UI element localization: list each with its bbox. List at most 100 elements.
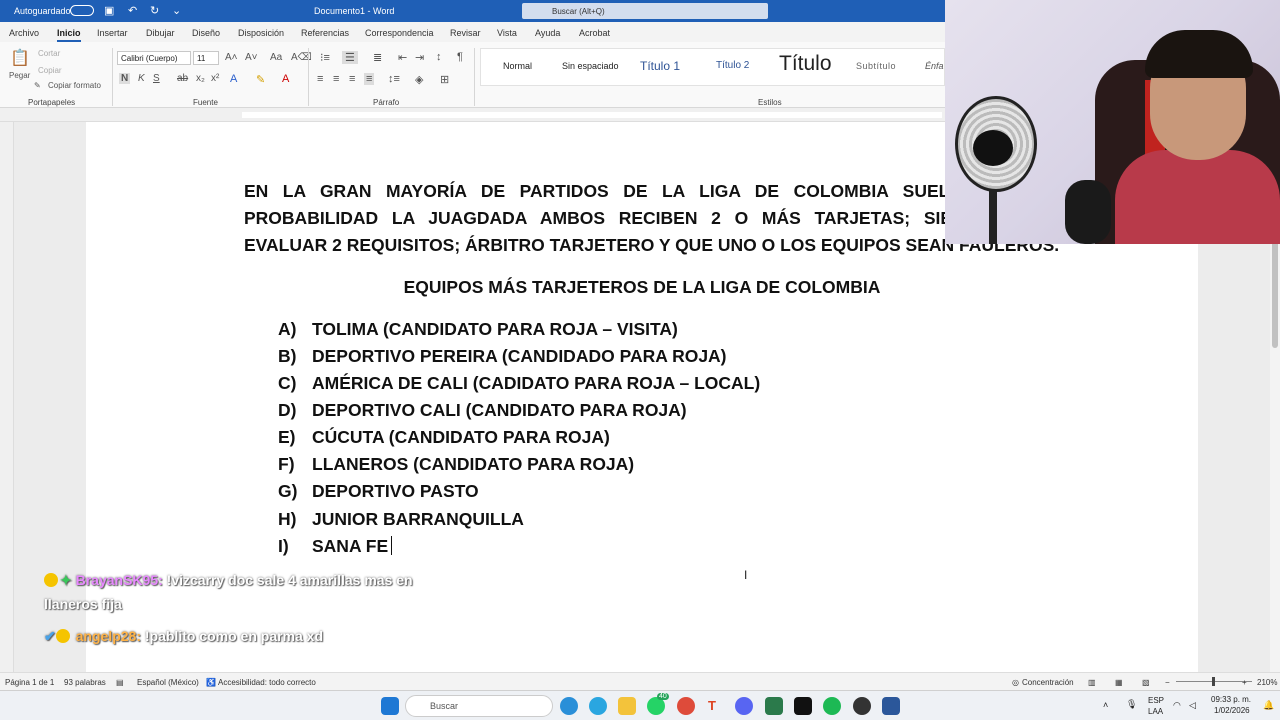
- microphone-icon[interactable]: 🎙: [1126, 699, 1137, 710]
- list-label: F): [278, 454, 295, 474]
- style-emphasis[interactable]: Énfa: [925, 61, 944, 71]
- proofing-icon[interactable]: ▤: [116, 678, 124, 687]
- align-center-icon[interactable]: ≡: [333, 73, 339, 85]
- tab-diseno[interactable]: Diseño: [192, 28, 220, 38]
- shading-icon[interactable]: ◈: [415, 73, 423, 86]
- grow-font-icon[interactable]: A˄: [225, 52, 238, 63]
- bullets-icon[interactable]: ☰: [342, 51, 358, 64]
- clock-time[interactable]: 09:33 p. m.: [1211, 695, 1251, 704]
- notifications-icon[interactable]: 🔔: [1263, 700, 1274, 711]
- style-normal[interactable]: Normal: [503, 61, 532, 71]
- bold-button[interactable]: N: [119, 73, 131, 84]
- font-size-select[interactable]: 11: [193, 51, 219, 65]
- bullet-list-icon[interactable]: ⁝≡: [320, 51, 330, 64]
- text-effects-icon[interactable]: A: [230, 73, 237, 85]
- tray-chevron-icon[interactable]: ˄: [1103, 700, 1108, 710]
- redo-icon[interactable]: ↻: [150, 4, 159, 17]
- format-painter-icon[interactable]: ✎: [34, 81, 41, 90]
- discord-icon[interactable]: [735, 697, 753, 715]
- increase-indent-icon[interactable]: ⇥: [415, 51, 424, 64]
- font-color-icon[interactable]: A: [282, 73, 289, 85]
- line-spacing-icon[interactable]: ↕≡: [388, 73, 400, 85]
- style-heading1[interactable]: Título 1: [640, 59, 680, 73]
- page-count[interactable]: Página 1 de 1: [5, 678, 54, 687]
- clock-date[interactable]: 1/02/2026: [1214, 706, 1250, 715]
- title-search-input[interactable]: Buscar (Alt+Q): [522, 3, 768, 19]
- edge-icon[interactable]: [560, 697, 578, 715]
- tab-acrobat[interactable]: Acrobat: [579, 28, 610, 38]
- paste-button[interactable]: Pegar: [9, 71, 30, 80]
- volume-icon[interactable]: ◁: [1189, 700, 1196, 711]
- paste-icon[interactable]: 📋: [10, 48, 30, 68]
- chrome-icon[interactable]: [677, 697, 695, 715]
- language[interactable]: Español (México): [137, 678, 199, 687]
- shrink-font-icon[interactable]: A˅: [245, 52, 258, 63]
- tab-dibujar[interactable]: Dibujar: [146, 28, 175, 38]
- underline-button[interactable]: S: [153, 73, 160, 84]
- chat-username: BrayanSK95:: [75, 572, 163, 588]
- justify-icon[interactable]: ≡: [364, 73, 375, 85]
- font-name-select[interactable]: Calibri (Cuerpo): [117, 51, 191, 65]
- italic-button[interactable]: K: [138, 73, 145, 84]
- copy-button[interactable]: Copiar: [38, 66, 62, 75]
- typora-icon[interactable]: T: [703, 697, 721, 715]
- cut-button[interactable]: Cortar: [38, 49, 60, 58]
- language-bottom[interactable]: LAA: [1148, 707, 1163, 716]
- read-mode-icon[interactable]: ▥: [1088, 678, 1096, 687]
- wifi-icon[interactable]: ◠: [1173, 700, 1181, 711]
- style-subtitle[interactable]: Subtítulo: [856, 61, 896, 71]
- obs-icon[interactable]: [853, 697, 871, 715]
- list-item: D) DEPORTIVO CALI (CANDIDATO PARA ROJA): [278, 400, 687, 421]
- windows-start-icon[interactable]: [381, 697, 399, 715]
- tab-referencias[interactable]: Referencias: [301, 28, 349, 38]
- undo-icon[interactable]: ↶: [128, 4, 137, 17]
- word-icon[interactable]: [882, 697, 900, 715]
- decrease-indent-icon[interactable]: ⇤: [398, 51, 407, 64]
- tab-disposicion[interactable]: Disposición: [238, 28, 284, 38]
- align-left-icon[interactable]: ≡: [317, 73, 323, 85]
- align-right-icon[interactable]: ≡: [349, 73, 355, 85]
- focus-mode[interactable]: Concentración: [1022, 678, 1074, 687]
- word-count[interactable]: 93 palabras: [64, 678, 106, 687]
- show-marks-icon[interactable]: ¶: [457, 51, 463, 63]
- telegram-icon[interactable]: [589, 697, 607, 715]
- sort-icon[interactable]: ↕: [436, 51, 442, 63]
- tab-archivo[interactable]: Archivo: [9, 28, 39, 38]
- strikethrough-button[interactable]: ab: [177, 73, 188, 84]
- tab-inicio[interactable]: Inicio: [57, 28, 81, 42]
- tab-vista[interactable]: Vista: [497, 28, 517, 38]
- accessibility-icon[interactable]: ♿: [206, 678, 216, 687]
- borders-icon[interactable]: ⊞: [440, 73, 449, 86]
- multilevel-list-icon[interactable]: ≣: [373, 51, 382, 64]
- change-case-icon[interactable]: Aa: [270, 52, 282, 63]
- accessibility-status[interactable]: Accesibilidad: todo correcto: [218, 678, 316, 687]
- superscript-button[interactable]: x²: [211, 73, 219, 84]
- scrollbar-thumb[interactable]: [1272, 238, 1278, 348]
- save-icon[interactable]: ▣: [104, 4, 114, 17]
- subscript-button[interactable]: x₂: [196, 73, 205, 84]
- tab-insertar[interactable]: Insertar: [97, 28, 128, 38]
- language-top[interactable]: ESP: [1148, 696, 1164, 705]
- calculator-icon[interactable]: [765, 697, 783, 715]
- spotify-icon[interactable]: [823, 697, 841, 715]
- tab-revisar[interactable]: Revisar: [450, 28, 481, 38]
- autosave-toggle[interactable]: [70, 5, 94, 16]
- style-heading2[interactable]: Título 2: [716, 60, 749, 71]
- taskbar-search-input[interactable]: Buscar: [405, 695, 553, 717]
- terminal-icon[interactable]: [794, 697, 812, 715]
- zoom-in-icon[interactable]: +: [1242, 678, 1247, 687]
- web-layout-icon[interactable]: ▧: [1142, 678, 1150, 687]
- style-title[interactable]: Título: [779, 52, 832, 76]
- format-painter-button[interactable]: Copiar formato: [48, 81, 101, 90]
- highlight-icon[interactable]: ✎: [256, 73, 265, 86]
- tab-ayuda[interactable]: Ayuda: [535, 28, 560, 38]
- zoom-level[interactable]: 210%: [1257, 678, 1277, 687]
- zoom-thumb[interactable]: [1212, 677, 1215, 686]
- zoom-out-icon[interactable]: −: [1165, 678, 1170, 687]
- print-layout-icon[interactable]: ▦: [1115, 678, 1123, 687]
- style-no-spacing[interactable]: Sin espaciado: [562, 61, 619, 71]
- customize-icon[interactable]: ⌄: [172, 4, 181, 17]
- file-explorer-icon[interactable]: [618, 697, 636, 715]
- tab-correspondencia[interactable]: Correspondencia: [365, 28, 434, 38]
- focus-icon[interactable]: ◎: [1012, 678, 1019, 687]
